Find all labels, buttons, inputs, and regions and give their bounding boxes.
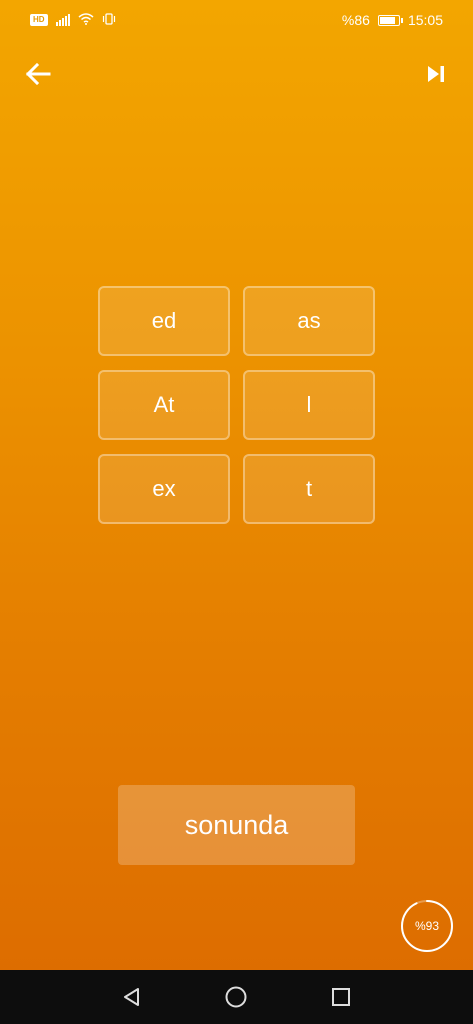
battery-icon (377, 14, 403, 26)
progress-ring: %93 (399, 898, 455, 954)
back-button[interactable] (22, 58, 54, 90)
wifi-icon (78, 12, 94, 28)
nav-recents-button[interactable] (326, 982, 356, 1012)
recents-square-icon (331, 988, 350, 1006)
hd-icon: HD (30, 14, 48, 26)
tile-grid: ed as At l ex t (98, 286, 375, 524)
tile[interactable]: ex (98, 454, 230, 524)
tile[interactable]: as (243, 286, 375, 356)
tile[interactable]: l (243, 370, 375, 440)
signal-icon (55, 14, 70, 26)
progress-label: %93 (414, 919, 440, 933)
navigation-bar (0, 970, 473, 1024)
tile[interactable]: t (243, 454, 375, 524)
skip-button[interactable] (420, 58, 452, 90)
home-circle-icon (225, 986, 247, 1008)
answer-box[interactable]: sonunda (118, 785, 355, 865)
skip-next-icon (428, 66, 444, 82)
tile[interactable]: At (98, 370, 230, 440)
arrow-left-icon (25, 63, 51, 85)
nav-back-button[interactable] (117, 982, 147, 1012)
nav-home-button[interactable] (221, 982, 251, 1012)
status-right: %86 15:05 (342, 12, 443, 28)
clock: 15:05 (407, 12, 443, 28)
tile[interactable]: ed (98, 286, 230, 356)
battery-percent: %86 (341, 12, 370, 28)
back-triangle-icon (124, 988, 140, 1006)
vibrate-icon (102, 12, 116, 28)
status-left: HD (30, 12, 116, 28)
status-bar: HD %86 15:05 (0, 0, 473, 40)
